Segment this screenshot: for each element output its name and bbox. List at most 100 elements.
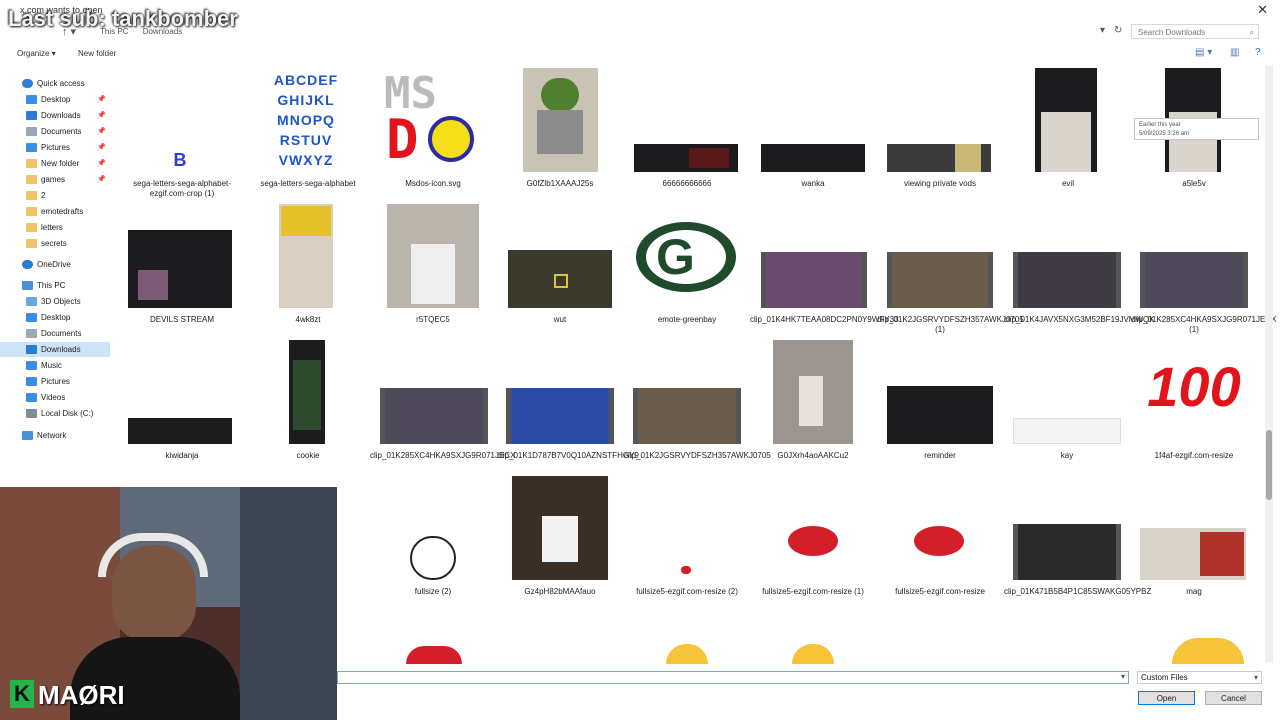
- file-name: fullsize5-ezgif.com-resize (1): [762, 587, 864, 596]
- sidebar-item-documents[interactable]: Documents 📌: [0, 124, 110, 139]
- navigation-pane: Quick access Desktop 📌 Downloads 📌 Documen…: [0, 72, 112, 472]
- sidebar-item-new-folder[interactable]: New folder 📌: [0, 156, 110, 171]
- file-name: r5TQEC5: [416, 315, 450, 324]
- open-button[interactable]: Open: [1138, 691, 1195, 705]
- brand-logo-letter: K: [10, 680, 34, 708]
- sidebar-item-desktop[interactable]: Desktop 📌: [0, 92, 110, 107]
- sidebar-item-secrets[interactable]: secrets: [0, 236, 110, 251]
- file-name: cookie: [296, 451, 320, 460]
- folder-icon: [26, 175, 37, 185]
- sidebar-item-local-disk[interactable]: Local Disk (C:): [0, 406, 110, 421]
- file-name: Gz4pH82bMAAfauo: [524, 587, 596, 596]
- file-name: viewing private vods: [903, 179, 977, 188]
- sidebar-item-desktop-pc[interactable]: Desktop: [0, 310, 110, 325]
- folder-icon: [26, 191, 37, 201]
- photo-thumbnail: [523, 68, 598, 172]
- sidebar-item-label: Documents: [41, 127, 82, 136]
- file-name: a5le5v: [1182, 179, 1206, 188]
- dropdown-icon[interactable]: ▾: [1100, 25, 1105, 36]
- video-thumbnail: [1013, 524, 1121, 580]
- file-name: clip_01K2JGSRVYDFSZH357AWKJ0705: [624, 451, 771, 460]
- sidebar-item-label: 3D Objects: [41, 297, 81, 306]
- file-name: fullsize5-ezgif.com-resize (2): [636, 587, 738, 596]
- hundred-emoji-thumbnail: 100: [1142, 342, 1246, 444]
- screenshot-thumbnail: [887, 386, 993, 444]
- document-icon: [26, 127, 37, 137]
- sidebar-item-onedrive[interactable]: OneDrive: [0, 257, 110, 272]
- screenshot-thumbnail: [128, 230, 232, 308]
- video-thumbnail: [1013, 252, 1121, 308]
- sidebar-item-label: Local Disk (C:): [41, 409, 94, 418]
- file-name: evil: [1061, 179, 1074, 188]
- organize-button[interactable]: Organize ▾: [17, 49, 56, 58]
- sidebar-item-label: Documents: [41, 329, 82, 338]
- file-name: kay: [1060, 451, 1074, 460]
- file-name: fullsize5-ezgif.com-resize: [895, 587, 985, 596]
- sidebar-item-quick-access[interactable]: Quick access: [0, 76, 110, 91]
- file-name-input[interactable]: ▾: [337, 671, 1129, 684]
- sidebar-item-2[interactable]: 2: [0, 188, 110, 203]
- download-icon: [26, 111, 37, 121]
- file-name: G0fZlb1XAAAJ25s: [526, 179, 594, 188]
- sidebar-item-downloads-pc[interactable]: Downloads: [0, 342, 110, 357]
- sidebar-item-documents-pc[interactable]: Documents: [0, 326, 110, 341]
- sidebar-item-videos[interactable]: Videos: [0, 390, 110, 405]
- emoji-thumbnail-partial[interactable]: [666, 644, 708, 664]
- vertical-scrollbar[interactable]: [1265, 66, 1273, 662]
- pictures-icon: [26, 143, 37, 153]
- sidebar-item-this-pc[interactable]: This PC: [0, 278, 110, 293]
- pin-icon: 📌: [97, 160, 106, 167]
- sidebar-item-letters[interactable]: letters: [0, 220, 110, 235]
- file-name: mag: [1186, 587, 1202, 596]
- file-name: clip_01K4JAVX5NXG3M52BF19JVMWQK: [1004, 315, 1155, 324]
- sidebar-item-downloads[interactable]: Downloads 📌: [0, 108, 110, 123]
- photo-thumbnail: [512, 476, 608, 580]
- alphabet-thumbnail: ABCDEF GHIJKL MNOPQ RSTUV VWXYZ: [265, 70, 347, 172]
- download-icon: [26, 345, 37, 355]
- sidebar-item-games[interactable]: games 📌: [0, 172, 110, 187]
- sidebar-item-label: Pictures: [41, 143, 70, 152]
- file-name: emote-greenbay: [657, 315, 717, 324]
- sidebar-item-label: This PC: [37, 281, 66, 290]
- close-icon[interactable]: ✕: [1257, 2, 1268, 18]
- search-input[interactable]: Search Downloads ⌕: [1131, 24, 1259, 39]
- document-icon: [26, 329, 37, 339]
- video-thumbnail: [506, 388, 614, 444]
- screenshot-thumbnail: [634, 144, 738, 172]
- sidebar-item-label: OneDrive: [37, 260, 71, 269]
- screenshot-thumbnail: [887, 144, 991, 172]
- view-options-icon[interactable]: ▤ ▾: [1195, 47, 1212, 58]
- sidebar-item-music[interactable]: Music: [0, 358, 110, 373]
- file-name: clip_01K285XC4HKA9SXJG9R071JECX (1): [1131, 315, 1277, 334]
- cube-icon: [26, 297, 37, 307]
- file-name: 4wk8zt: [295, 315, 321, 324]
- scrollbar-thumb[interactable]: [1266, 430, 1272, 500]
- pin-icon: 📌: [97, 144, 106, 151]
- emoji-thumbnail-partial[interactable]: [1172, 638, 1244, 664]
- screenshot-thumbnail: [508, 250, 612, 308]
- folder-icon: [26, 223, 37, 233]
- sidebar-item-pictures[interactable]: Pictures 📌: [0, 140, 110, 155]
- photo-thumbnail: [773, 340, 853, 444]
- refresh-icon[interactable]: ↻: [1114, 25, 1122, 36]
- sidebar-item-emotedrafts[interactable]: emotedrafts: [0, 204, 110, 219]
- lips-thumbnail-partial[interactable]: [404, 640, 464, 664]
- file-type-value: Custom Files: [1141, 673, 1188, 682]
- video-thumbnail: [633, 388, 741, 444]
- sidebar-item-label: 2: [41, 191, 46, 200]
- emoji-thumbnail-partial[interactable]: [792, 644, 834, 664]
- new-folder-button[interactable]: New folder: [78, 49, 116, 58]
- sidebar-item-3d-objects[interactable]: 3D Objects: [0, 294, 110, 309]
- sidebar-item-pictures-pc[interactable]: Pictures: [0, 374, 110, 389]
- preview-pane-icon[interactable]: ▥: [1230, 47, 1239, 58]
- cancel-button[interactable]: Cancel: [1205, 691, 1262, 705]
- help-icon[interactable]: ?: [1255, 47, 1261, 58]
- chevron-down-icon: ▾: [1253, 673, 1258, 682]
- pin-icon: 📌: [97, 176, 106, 183]
- file-type-select[interactable]: Custom Files ▾: [1137, 671, 1262, 684]
- skull-thumbnail: [410, 536, 456, 580]
- video-thumbnail: [1140, 252, 1248, 308]
- sidebar-item-network[interactable]: Network: [0, 428, 110, 443]
- chevron-down-icon[interactable]: ▾: [1121, 672, 1125, 681]
- video-thumbnail: [887, 252, 993, 308]
